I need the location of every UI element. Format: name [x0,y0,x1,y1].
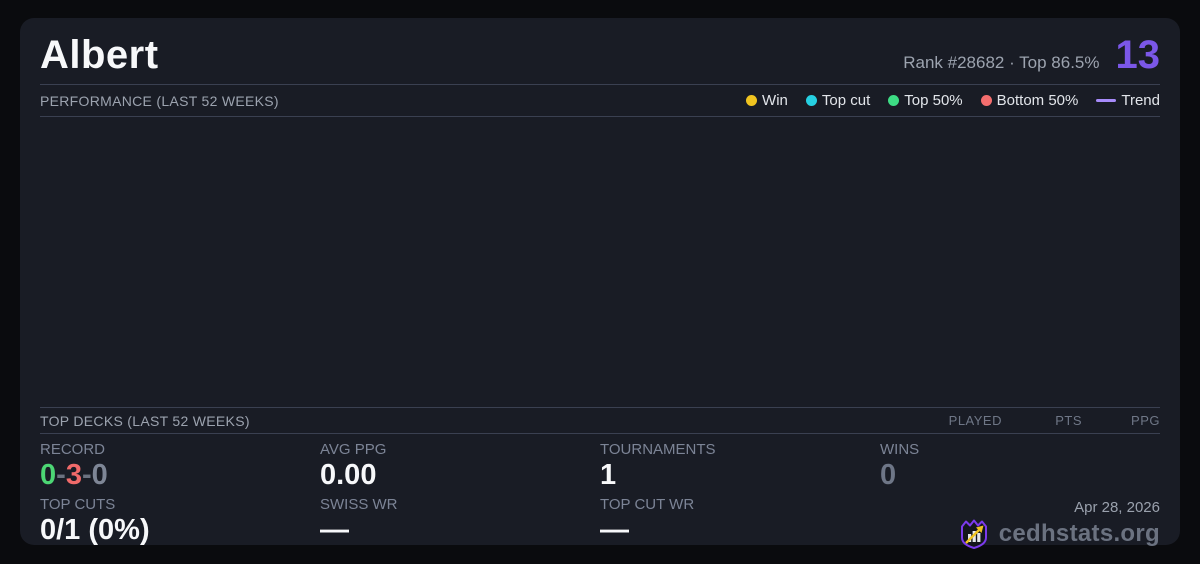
date-text: Apr 28, 2026 [1074,499,1160,517]
record-separator: - [56,459,66,491]
stat-top-cuts: TOP CUTS 0/1 (0%) [40,496,320,551]
wins-value: 0 [880,459,897,491]
legend-label: Top 50% [904,92,963,109]
brand-row: cedhstats.org [880,517,1160,550]
wins-label: WINS [880,441,920,458]
legend-label: Top cut [821,92,871,109]
tournaments-label: TOURNAMENTS [600,441,716,458]
top-decks-section-title: TOP DECKS (LAST 52 WEEKS) [40,412,250,429]
record-separator: - [81,459,92,491]
top-cut-wr-value: — [600,514,629,547]
performance-chart [40,117,1160,407]
cedhstats-logo-icon [958,517,990,550]
trend-line-icon [1096,99,1117,102]
legend-label: Trend [1121,92,1160,109]
tournaments-value: 1 [600,459,617,491]
performance-header-row: PERFORMANCE (LAST 52 WEEKS) Win Top cut … [40,85,1160,116]
record-wins: 0 [40,459,57,491]
swiss-wr-label: SWISS WR [320,496,398,514]
legend-item-trend[interactable]: Trend [1096,92,1160,109]
stat-swiss-wr: SWISS WR — [320,496,600,551]
swiss-wr-value: — [320,514,349,547]
avg-ppg-value: 0.00 [320,459,377,491]
record-losses: 3 [65,459,82,491]
stat-avg-ppg: AVG PPG 0.00 [320,441,600,496]
column-header-played: PLAYED [948,413,1002,428]
stat-tournaments: TOURNAMENTS 1 [600,441,880,496]
win-dot-icon [746,95,758,106]
column-header-pts: PTS [1055,413,1082,428]
top-cut-dot-icon [805,95,817,106]
legend-label: Win [762,92,788,109]
top-cuts-value: 0/1 (0%) [40,514,150,547]
bottom-50-dot-icon [980,95,992,106]
stat-record: RECORD 0-3-0 [40,441,320,496]
column-header-ppg: PPG [1131,413,1160,428]
player-stats-card: Albert Rank #28682 · Top 86.5% 13 PERFOR… [20,18,1180,550]
legend-item-top-50[interactable]: Top 50% [888,92,963,109]
record-draws: 0 [91,459,108,491]
legend-item-bottom-50[interactable]: Bottom 50% [980,92,1079,109]
top-decks-header-row: TOP DECKS (LAST 52 WEEKS) PLAYED PTS PPG [40,408,1160,433]
top-cut-wr-label: TOP CUT WR [600,496,695,514]
top-cuts-label: TOP CUTS [40,496,116,514]
record-label: RECORD [40,441,106,458]
legend-label: Bottom 50% [996,92,1079,109]
stat-top-cut-wr: TOP CUT WR — [600,496,880,551]
chart-legend: Win Top cut Top 50% Bottom 50% Trend [746,92,1160,109]
card-footer: Apr 28, 2026 cedhstats.org [880,496,1160,551]
stats-grid: RECORD 0-3-0 AVG PPG 0.00 TOURNAMENTS 1 … [40,434,1160,552]
highlight-number: 13 [1115,32,1161,77]
performance-section-title: PERFORMANCE (LAST 52 WEEKS) [40,92,279,109]
rank-summary: Rank #28682 · Top 86.5% 13 [903,33,1160,78]
record-value: 0-3-0 [40,459,320,492]
legend-item-top-cut[interactable]: Top cut [805,92,871,109]
top-decks-column-headers: PLAYED PTS PPG [910,413,1160,428]
top-50-dot-icon [888,95,900,106]
brand-text: cedhstats.org [998,519,1160,547]
avg-ppg-label: AVG PPG [320,441,387,458]
card-header: Albert Rank #28682 · Top 86.5% 13 [40,18,1160,84]
page-title: Albert [40,32,159,77]
stat-wins: WINS 0 [880,441,1160,496]
legend-item-win[interactable]: Win [746,92,788,109]
rank-text: Rank #28682 · Top 86.5% [903,52,1100,72]
